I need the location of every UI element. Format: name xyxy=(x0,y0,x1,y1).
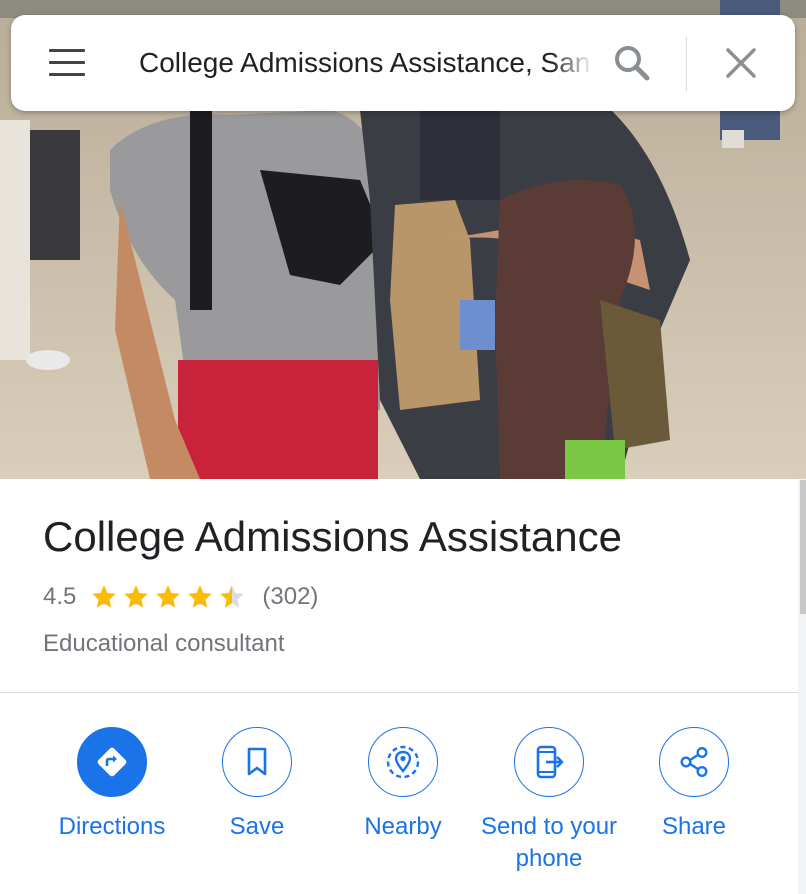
star-icon xyxy=(92,585,117,608)
menu-icon[interactable] xyxy=(47,45,87,81)
star-icon xyxy=(220,585,245,608)
star-rating xyxy=(90,583,250,611)
bookmark-icon xyxy=(222,727,292,797)
close-icon[interactable] xyxy=(723,45,759,81)
section-divider xyxy=(0,692,798,693)
search-input[interactable] xyxy=(139,41,599,85)
share-icon xyxy=(659,727,729,797)
save-label: Save xyxy=(229,813,285,840)
send-to-phone-icon xyxy=(514,727,584,797)
rating-value: 4.5 xyxy=(43,583,77,610)
directions-icon xyxy=(77,727,147,797)
save-button[interactable]: Save xyxy=(182,727,332,843)
star-icon xyxy=(124,585,149,608)
send-to-phone-label: Send to your phone xyxy=(480,813,618,872)
nearby-label: Nearby xyxy=(364,813,442,840)
rating-row[interactable]: 4.5 (302) xyxy=(43,581,318,613)
share-button[interactable]: Share xyxy=(619,727,769,843)
place-title: College Admissions Assistance xyxy=(43,513,622,560)
search-divider xyxy=(686,37,687,91)
directions-label: Directions xyxy=(58,813,166,840)
search-bar xyxy=(11,15,795,111)
send-to-phone-button[interactable]: Send to your phone xyxy=(474,727,624,875)
place-category[interactable]: Educational consultant xyxy=(43,630,285,658)
scrollbar-thumb[interactable] xyxy=(800,480,806,614)
share-label: Share xyxy=(661,813,727,840)
directions-button[interactable]: Directions xyxy=(37,727,187,843)
review-count[interactable]: (302) xyxy=(262,583,318,611)
star-icon xyxy=(188,585,213,608)
search-icon[interactable] xyxy=(612,43,652,83)
search-text-fade xyxy=(551,41,601,85)
star-icon xyxy=(156,585,181,608)
nearby-icon xyxy=(368,727,438,797)
nearby-button[interactable]: Nearby xyxy=(328,727,478,843)
